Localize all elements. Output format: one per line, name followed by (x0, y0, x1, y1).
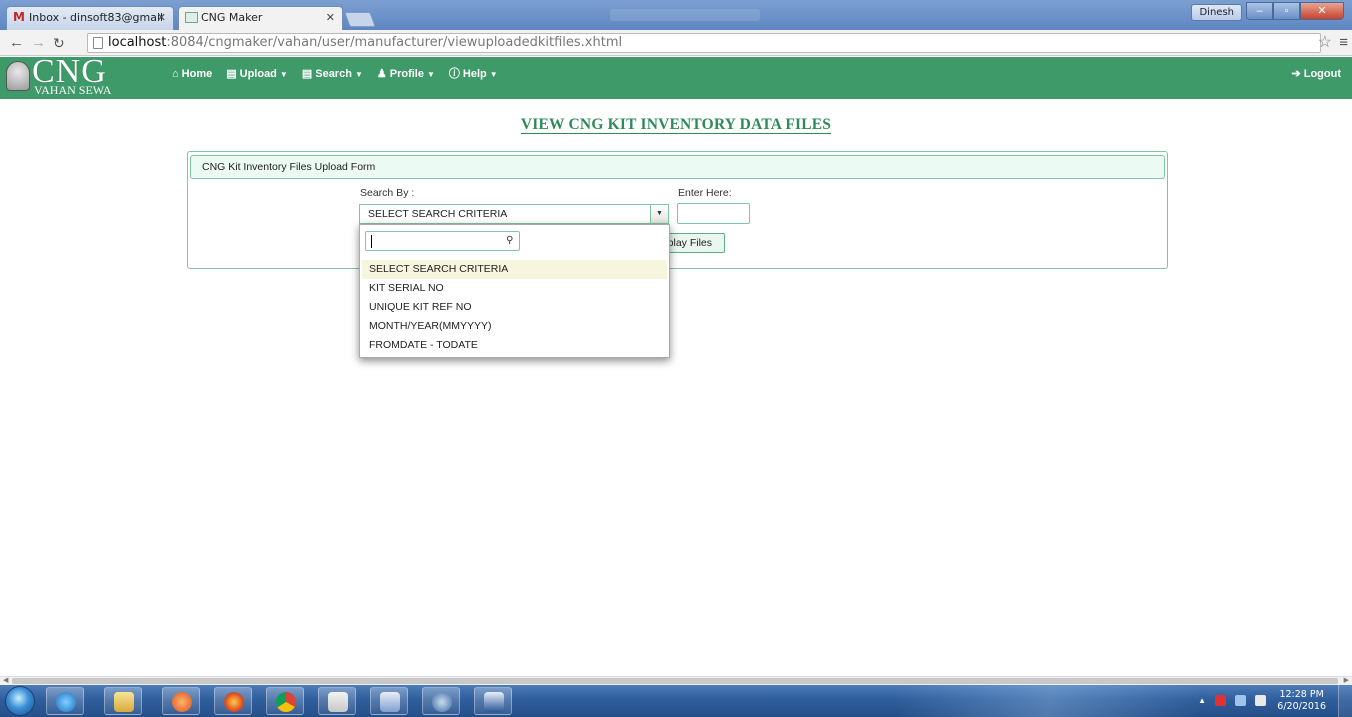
user-icon: ♟ (376, 68, 387, 80)
text-cursor (371, 235, 372, 248)
url-path: :8084/cngmaker/vahan/user/manufacturer/v… (166, 35, 623, 50)
profile-user-button[interactable]: Dinesh (1191, 4, 1242, 21)
minimize-button[interactable]: – (1246, 2, 1273, 20)
tab-inbox[interactable]: M Inbox - dinsoft83@gmail ✕ (6, 6, 174, 30)
close-window-button[interactable]: ✕ (1300, 2, 1344, 20)
logout-label: Logout (1303, 68, 1341, 80)
logout-icon: ➔ (1291, 68, 1304, 80)
word-icon[interactable] (474, 687, 512, 715)
scroll-left-icon[interactable]: ◀ (3, 676, 8, 685)
windows-taskbar: ▲ 12:28 PM 6/20/2016 (0, 685, 1352, 717)
clock-date: 6/20/2016 (1277, 701, 1326, 712)
close-tab-icon[interactable]: ✕ (326, 7, 335, 29)
address-bar: ← → ↻ localhost:8084/cngmaker/vahan/user… (0, 30, 1352, 56)
close-tab-icon[interactable]: ✕ (157, 7, 166, 29)
selected-criteria: SELECT SEARCH CRITERIA (368, 208, 508, 220)
enter-here-label: Enter Here: (678, 187, 732, 199)
nav-search-label: Search (315, 68, 352, 80)
taskbar-clock[interactable]: 12:28 PM 6/20/2016 (1277, 689, 1326, 713)
file-icon: ▤ (226, 68, 237, 80)
scroll-thumb[interactable] (12, 678, 1338, 684)
bookmark-star-icon[interactable]: ☆ (1318, 33, 1332, 53)
caret-down-icon: ▼ (489, 70, 498, 79)
virtualbox-icon[interactable] (370, 687, 408, 715)
nav-upload[interactable]: ▤ Upload ▼ (226, 67, 288, 82)
nav-help[interactable]: ⓘ Help ▼ (449, 67, 498, 82)
window-controls: – ▫ ✕ (1246, 2, 1344, 20)
app-navbar: CNG VAHAN SEWA ⌂ Home ▤ Upload ▼ ▤ Search ▼ ♟… (0, 55, 1352, 99)
nav-profile-label: Profile (389, 68, 424, 80)
home-icon: ⌂ (172, 68, 179, 80)
info-icon: ⓘ (448, 68, 460, 80)
horizontal-scrollbar[interactable]: ◀ ▶ (0, 676, 1352, 685)
window-title (610, 9, 760, 21)
url-host: localhost (108, 35, 167, 50)
caret-down-icon: ▼ (426, 70, 435, 79)
logo-subtitle: VAHAN SEWA (34, 83, 112, 97)
tab-cng-maker[interactable]: CNG Maker ✕ (178, 6, 343, 30)
search-criteria-select[interactable]: SELECT SEARCH CRITERIA ▼ (359, 204, 669, 224)
firefox-icon[interactable] (214, 687, 252, 715)
page-icon (93, 37, 103, 49)
maximize-button[interactable]: ▫ (1273, 2, 1300, 20)
gmail-icon: M (13, 10, 25, 24)
new-tab-button[interactable] (344, 12, 376, 27)
page-title-wrap: VIEW CNG KIT INVENTORY DATA FILES (0, 116, 1352, 134)
caret-down-icon: ▼ (354, 70, 363, 79)
network-icon[interactable] (1235, 695, 1246, 706)
url-input[interactable]: localhost:8084/cngmaker/vahan/user/manuf… (87, 33, 1321, 53)
tab-label: CNG Maker (201, 11, 263, 24)
search-value-input[interactable] (677, 203, 750, 224)
database-icon[interactable] (422, 687, 460, 715)
dropdown-arrow-icon[interactable]: ▼ (650, 205, 668, 223)
option-kit-serial-no[interactable]: KIT SERIAL NO (362, 279, 667, 298)
action-center-icon[interactable] (1215, 695, 1226, 706)
file-icon: ▤ (301, 68, 313, 80)
tab-label: Inbox - dinsoft83@gmail (29, 11, 164, 24)
option-fromdate-todate[interactable]: FROMDATE - TODATE (362, 336, 667, 355)
nav-help-label: Help (462, 68, 487, 80)
start-button[interactable] (5, 686, 35, 716)
media-player-icon[interactable] (162, 687, 200, 715)
main-menu: ⌂ Home ▤ Upload ▼ ▤ Search ▼ ♟ Profile ▼ ⓘ Help ▼ (172, 67, 498, 82)
scroll-right-icon[interactable]: ▶ (1344, 676, 1349, 685)
chart-app-icon[interactable] (318, 687, 356, 715)
option-select-search-criteria[interactable]: SELECT SEARCH CRITERIA (362, 260, 667, 279)
volume-icon[interactable] (1255, 695, 1266, 706)
emblem-icon (6, 61, 30, 91)
page-title: VIEW CNG KIT INVENTORY DATA FILES (520, 116, 832, 133)
nav-search[interactable]: ▤ Search ▼ (302, 67, 363, 82)
nav-profile[interactable]: ♟ Profile ▼ (377, 67, 435, 82)
search-by-label: Search By : (360, 187, 415, 199)
show-desktop-button[interactable] (1338, 685, 1352, 717)
clock-time: 12:28 PM (1279, 689, 1324, 700)
dropdown-options: SELECT SEARCH CRITERIA KIT SERIAL NO UNI… (362, 260, 667, 355)
system-tray: ▲ (1198, 695, 1266, 706)
chrome-icon[interactable] (266, 687, 304, 715)
panel-heading: CNG Kit Inventory Files Upload Form (190, 155, 1165, 179)
option-month-year[interactable]: MONTH/YEAR(MMYYYY) (362, 317, 667, 336)
caret-down-icon: ▼ (279, 70, 288, 79)
logout-link[interactable]: ➔ Logout (1291, 67, 1341, 81)
file-explorer-icon[interactable] (104, 687, 142, 715)
nav-home[interactable]: ⌂ Home (172, 67, 212, 82)
taskbar-glow (900, 685, 1200, 717)
search-icon: ⚲ (505, 235, 513, 246)
reload-icon[interactable]: ↻ (53, 33, 65, 53)
option-unique-kit-ref-no[interactable]: UNIQUE KIT REF NO (362, 298, 667, 317)
tray-expand-icon[interactable]: ▲ (1198, 695, 1206, 706)
page-favicon-icon (185, 12, 198, 23)
back-arrow-icon[interactable]: ← (9, 33, 24, 53)
cng-logo[interactable]: CNG VAHAN SEWA (6, 55, 142, 97)
nav-home-label: Home (181, 68, 213, 80)
browser-menu-icon[interactable]: ≡ (1339, 33, 1348, 53)
criteria-dropdown: ⚲ SELECT SEARCH CRITERIA KIT SERIAL NO U… (359, 224, 670, 358)
forward-arrow-icon[interactable]: → (31, 33, 46, 53)
dropdown-search-input[interactable]: ⚲ (365, 231, 520, 251)
browser-titlebar: M Inbox - dinsoft83@gmail ✕ CNG Maker ✕ … (0, 0, 1352, 30)
internet-explorer-icon[interactable] (46, 687, 84, 715)
nav-upload-label: Upload (239, 68, 277, 80)
